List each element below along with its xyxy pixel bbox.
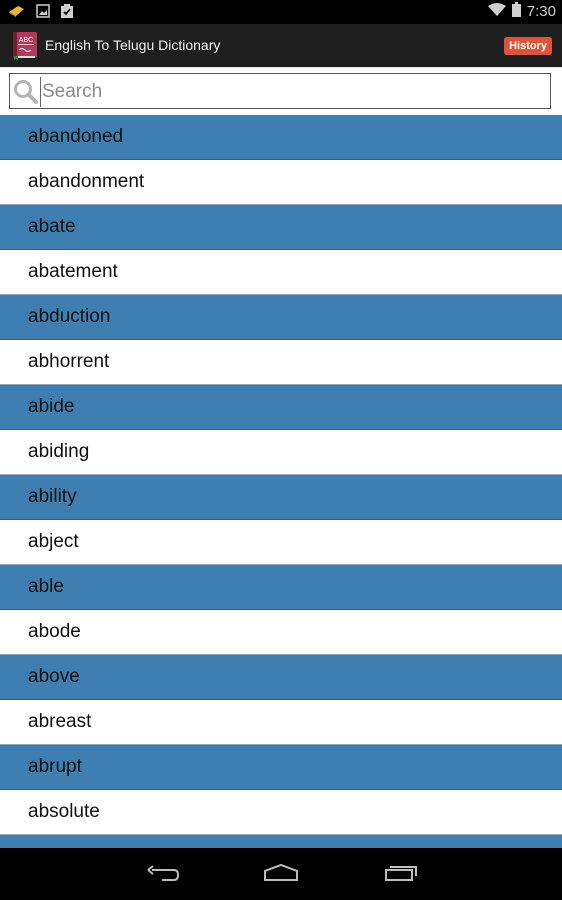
list-item[interactable] — [0, 835, 562, 848]
word-label: abreast — [28, 711, 92, 732]
battery-icon — [511, 2, 521, 21]
history-button[interactable]: History — [504, 37, 552, 55]
sync-pencil-icon — [8, 4, 26, 23]
list-item[interactable]: above — [0, 655, 562, 700]
list-item[interactable]: abrupt — [0, 745, 562, 790]
word-label: abatement — [28, 261, 118, 282]
list-item[interactable]: absolute — [0, 790, 562, 835]
word-label: ability — [28, 486, 77, 507]
list-item[interactable]: abide — [0, 385, 562, 430]
list-item[interactable]: abhorrent — [0, 340, 562, 385]
word-label: abandonment — [28, 171, 145, 192]
word-label: able — [28, 576, 64, 597]
list-item[interactable]: abate — [0, 205, 562, 250]
list-item[interactable]: abandoned — [0, 115, 562, 160]
svg-text:ABC: ABC — [19, 37, 33, 44]
app-title: English To Telugu Dictionary — [45, 37, 221, 53]
word-list[interactable]: abandoned abandonment abate abatement ab… — [0, 115, 562, 848]
wifi-icon — [487, 2, 506, 21]
search-input[interactable] — [40, 77, 544, 107]
back-icon[interactable] — [142, 860, 182, 888]
word-label: abode — [28, 621, 81, 642]
list-item[interactable]: abreast — [0, 700, 562, 745]
list-item[interactable]: able — [0, 565, 562, 610]
word-label: abiding — [28, 441, 90, 462]
word-label: abide — [28, 396, 75, 417]
list-item[interactable]: abatement — [0, 250, 562, 295]
image-icon — [36, 4, 50, 23]
action-bar: ABC English To Telugu Dictionary History — [0, 24, 562, 68]
clock-time: 7:30 — [526, 3, 556, 20]
search-box[interactable] — [9, 73, 551, 109]
word-label: abduction — [28, 306, 111, 327]
list-item[interactable]: abode — [0, 610, 562, 655]
search-icon — [13, 79, 39, 105]
word-label: absolute — [28, 801, 100, 822]
word-label: abject — [28, 531, 79, 552]
word-label: abandoned — [28, 126, 124, 147]
word-label: abhorrent — [28, 351, 110, 372]
word-label: abate — [28, 216, 76, 237]
list-item[interactable]: abandonment — [0, 160, 562, 205]
list-item[interactable]: abiding — [0, 430, 562, 475]
word-label: above — [28, 666, 80, 687]
list-item[interactable]: ability — [0, 475, 562, 520]
navigation-bar — [0, 848, 562, 900]
clipboard-check-icon — [60, 3, 74, 24]
word-label: abrupt — [28, 756, 82, 777]
recent-apps-icon[interactable] — [381, 860, 421, 888]
list-item[interactable]: abject — [0, 520, 562, 565]
home-icon[interactable] — [261, 860, 301, 888]
status-bar: 7:30 — [0, 0, 562, 24]
abc-dictionary-book-icon[interactable]: ABC — [13, 32, 37, 60]
list-item[interactable]: abduction — [0, 295, 562, 340]
